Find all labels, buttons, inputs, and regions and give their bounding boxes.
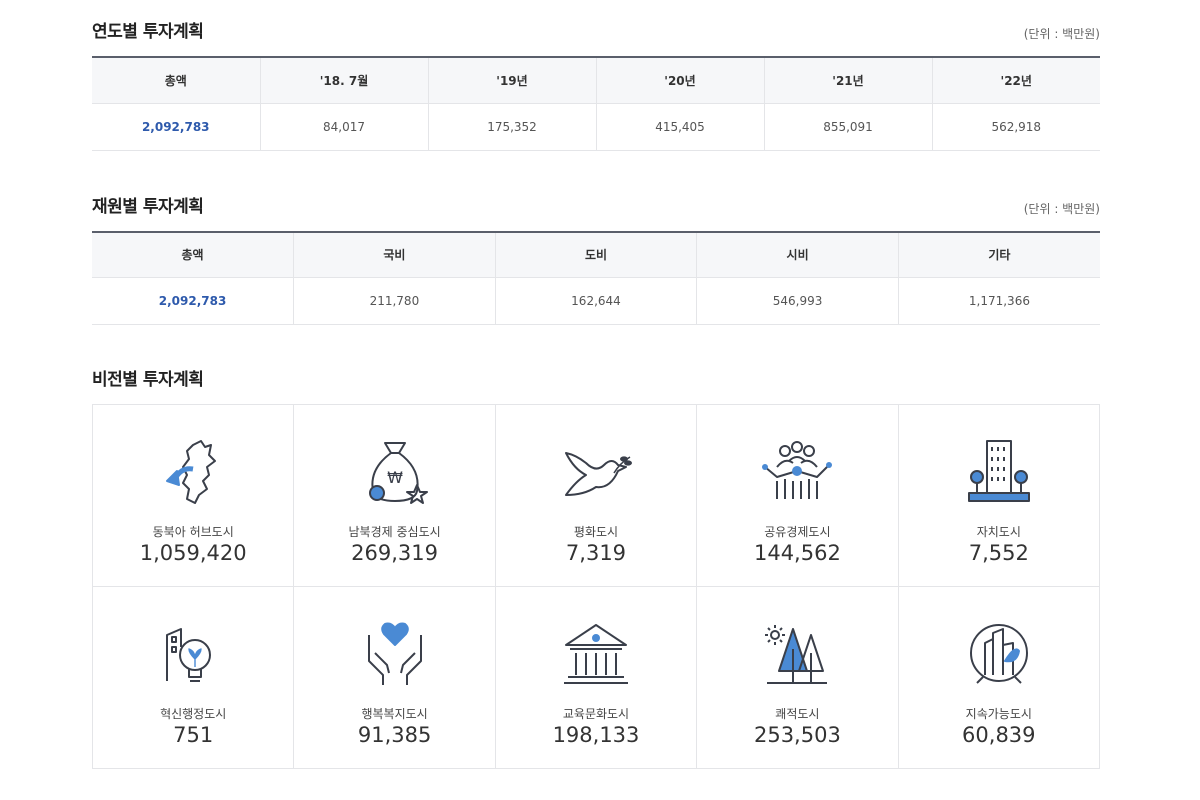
sustainable-city-icon bbox=[969, 624, 1028, 684]
vision-value: 7,552 bbox=[968, 541, 1029, 565]
vision-item: 평화도시 7,319 bbox=[495, 405, 698, 587]
vision-label: 지속가능도시 bbox=[965, 707, 1032, 721]
table-cell: 562,918 bbox=[932, 103, 1100, 151]
vision-item: 교육문화도시 198,133 bbox=[495, 587, 698, 769]
vision-value: 60,839 bbox=[962, 723, 1036, 747]
source-table: 총액 국비 도비 시비 기타 2,092,783 211,780 162,644… bbox=[92, 230, 1100, 325]
vision-label: 혁신행정도시 bbox=[160, 707, 227, 721]
hands-heart-icon bbox=[367, 622, 422, 685]
table-row: 2,092,783 84,017 175,352 415,405 855,091… bbox=[92, 103, 1100, 151]
vision-item: 행복복지도시 91,385 bbox=[294, 587, 496, 769]
yearly-table: 총액 '18. 7월 '19년 '20년 '21년 '22년 2,092,783… bbox=[92, 56, 1100, 151]
vision-value: 144,562 bbox=[753, 541, 841, 565]
people-network-icon bbox=[762, 441, 833, 499]
table-cell: 162,644 bbox=[495, 277, 698, 325]
building-icon bbox=[967, 440, 1030, 502]
col-header: 총액 bbox=[92, 231, 295, 278]
vision-value: 253,503 bbox=[753, 723, 841, 747]
museum-icon bbox=[563, 624, 628, 684]
money-bag-icon: ₩ bbox=[368, 442, 428, 504]
trees-sun-icon bbox=[765, 625, 828, 684]
table-row: 2,092,783 211,780 162,644 546,993 1,171,… bbox=[92, 277, 1100, 325]
table-cell: 415,405 bbox=[596, 103, 765, 151]
vision-item: 자치도시 7,552 bbox=[898, 405, 1100, 587]
col-header: 도비 bbox=[495, 231, 698, 278]
col-header: '22년 bbox=[932, 57, 1100, 104]
table-cell: 175,352 bbox=[428, 103, 597, 151]
col-header: 시비 bbox=[696, 231, 899, 278]
col-header: '20년 bbox=[596, 57, 765, 104]
total-cell: 2,092,783 bbox=[92, 277, 295, 325]
vision-grid: 동북아 허브도시 1,059,420 ₩ 남북경제 중심도시 269,319 평… bbox=[92, 404, 1100, 769]
table-header-row: 총액 '18. 7월 '19년 '20년 '21년 '22년 bbox=[92, 57, 1100, 104]
vision-label: 남북경제 중심도시 bbox=[348, 525, 441, 539]
vision-label: 동북아 허브도시 bbox=[152, 525, 234, 539]
col-header: 총액 bbox=[92, 57, 261, 104]
section-title: 비전별 투자계획 bbox=[92, 370, 204, 390]
vision-item: 공유경제도시 144,562 bbox=[697, 405, 899, 587]
unit-label: (단위 : 백만원) bbox=[1023, 201, 1100, 216]
table-cell: 855,091 bbox=[764, 103, 933, 151]
vision-item: 동북아 허브도시 1,059,420 bbox=[93, 405, 295, 587]
yearly-section-header: 연도별 투자계획 (단위 : 백만원) bbox=[92, 0, 1100, 56]
source-section-header: 재원별 투자계획 (단위 : 백만원) bbox=[92, 151, 1100, 231]
table-cell: 1,171,366 bbox=[898, 277, 1100, 325]
vision-label: 교육문화도시 bbox=[562, 707, 630, 721]
table-cell: 211,780 bbox=[293, 277, 496, 325]
vision-value: 91,385 bbox=[357, 723, 432, 747]
vision-value: 1,059,420 bbox=[139, 541, 247, 565]
table-header-row: 총액 국비 도비 시비 기타 bbox=[92, 231, 1100, 278]
vision-value: 751 bbox=[173, 723, 214, 747]
vision-value: 198,133 bbox=[552, 723, 640, 747]
investment-plan-page: 연도별 투자계획 (단위 : 백만원) 총액 '18. 7월 '19년 '20년… bbox=[92, 0, 1100, 769]
vision-item: ₩ 남북경제 중심도시 269,319 bbox=[294, 405, 496, 587]
section-title: 재원별 투자계획 bbox=[92, 196, 204, 217]
vision-item: 혁신행정도시 751 bbox=[93, 587, 295, 769]
vision-label: 공유경제도시 bbox=[764, 525, 831, 539]
dove-icon bbox=[564, 452, 632, 496]
table-cell: 84,017 bbox=[260, 103, 429, 151]
vision-value: 269,319 bbox=[351, 541, 439, 565]
col-header: 국비 bbox=[293, 231, 496, 278]
vision-label: 평화도시 bbox=[573, 525, 619, 539]
svg-text:₩: ₩ bbox=[387, 468, 403, 487]
vision-label: 쾌적도시 bbox=[775, 707, 820, 721]
col-header: '21년 bbox=[764, 57, 933, 104]
lightbulb-building-icon bbox=[166, 628, 212, 682]
peninsula-arrow-icon bbox=[166, 440, 217, 504]
vision-item: 쾌적도시 253,503 bbox=[697, 587, 899, 769]
section-title: 연도별 투자계획 bbox=[92, 22, 204, 42]
vision-label: 자치도시 bbox=[976, 525, 1021, 539]
vision-value: 7,319 bbox=[565, 541, 627, 565]
table-cell: 546,993 bbox=[696, 277, 899, 325]
col-header: '18. 7월 bbox=[260, 57, 429, 104]
unit-label: (단위 : 백만원) bbox=[1023, 27, 1100, 41]
col-header: 기타 bbox=[898, 231, 1100, 278]
vision-section-header: 비전별 투자계획 bbox=[92, 325, 1100, 404]
col-header: '19년 bbox=[428, 57, 597, 104]
vision-item: 지속가능도시 60,839 bbox=[898, 587, 1100, 769]
vision-label: 행복복지도시 bbox=[361, 707, 428, 721]
total-cell: 2,092,783 bbox=[92, 103, 261, 151]
